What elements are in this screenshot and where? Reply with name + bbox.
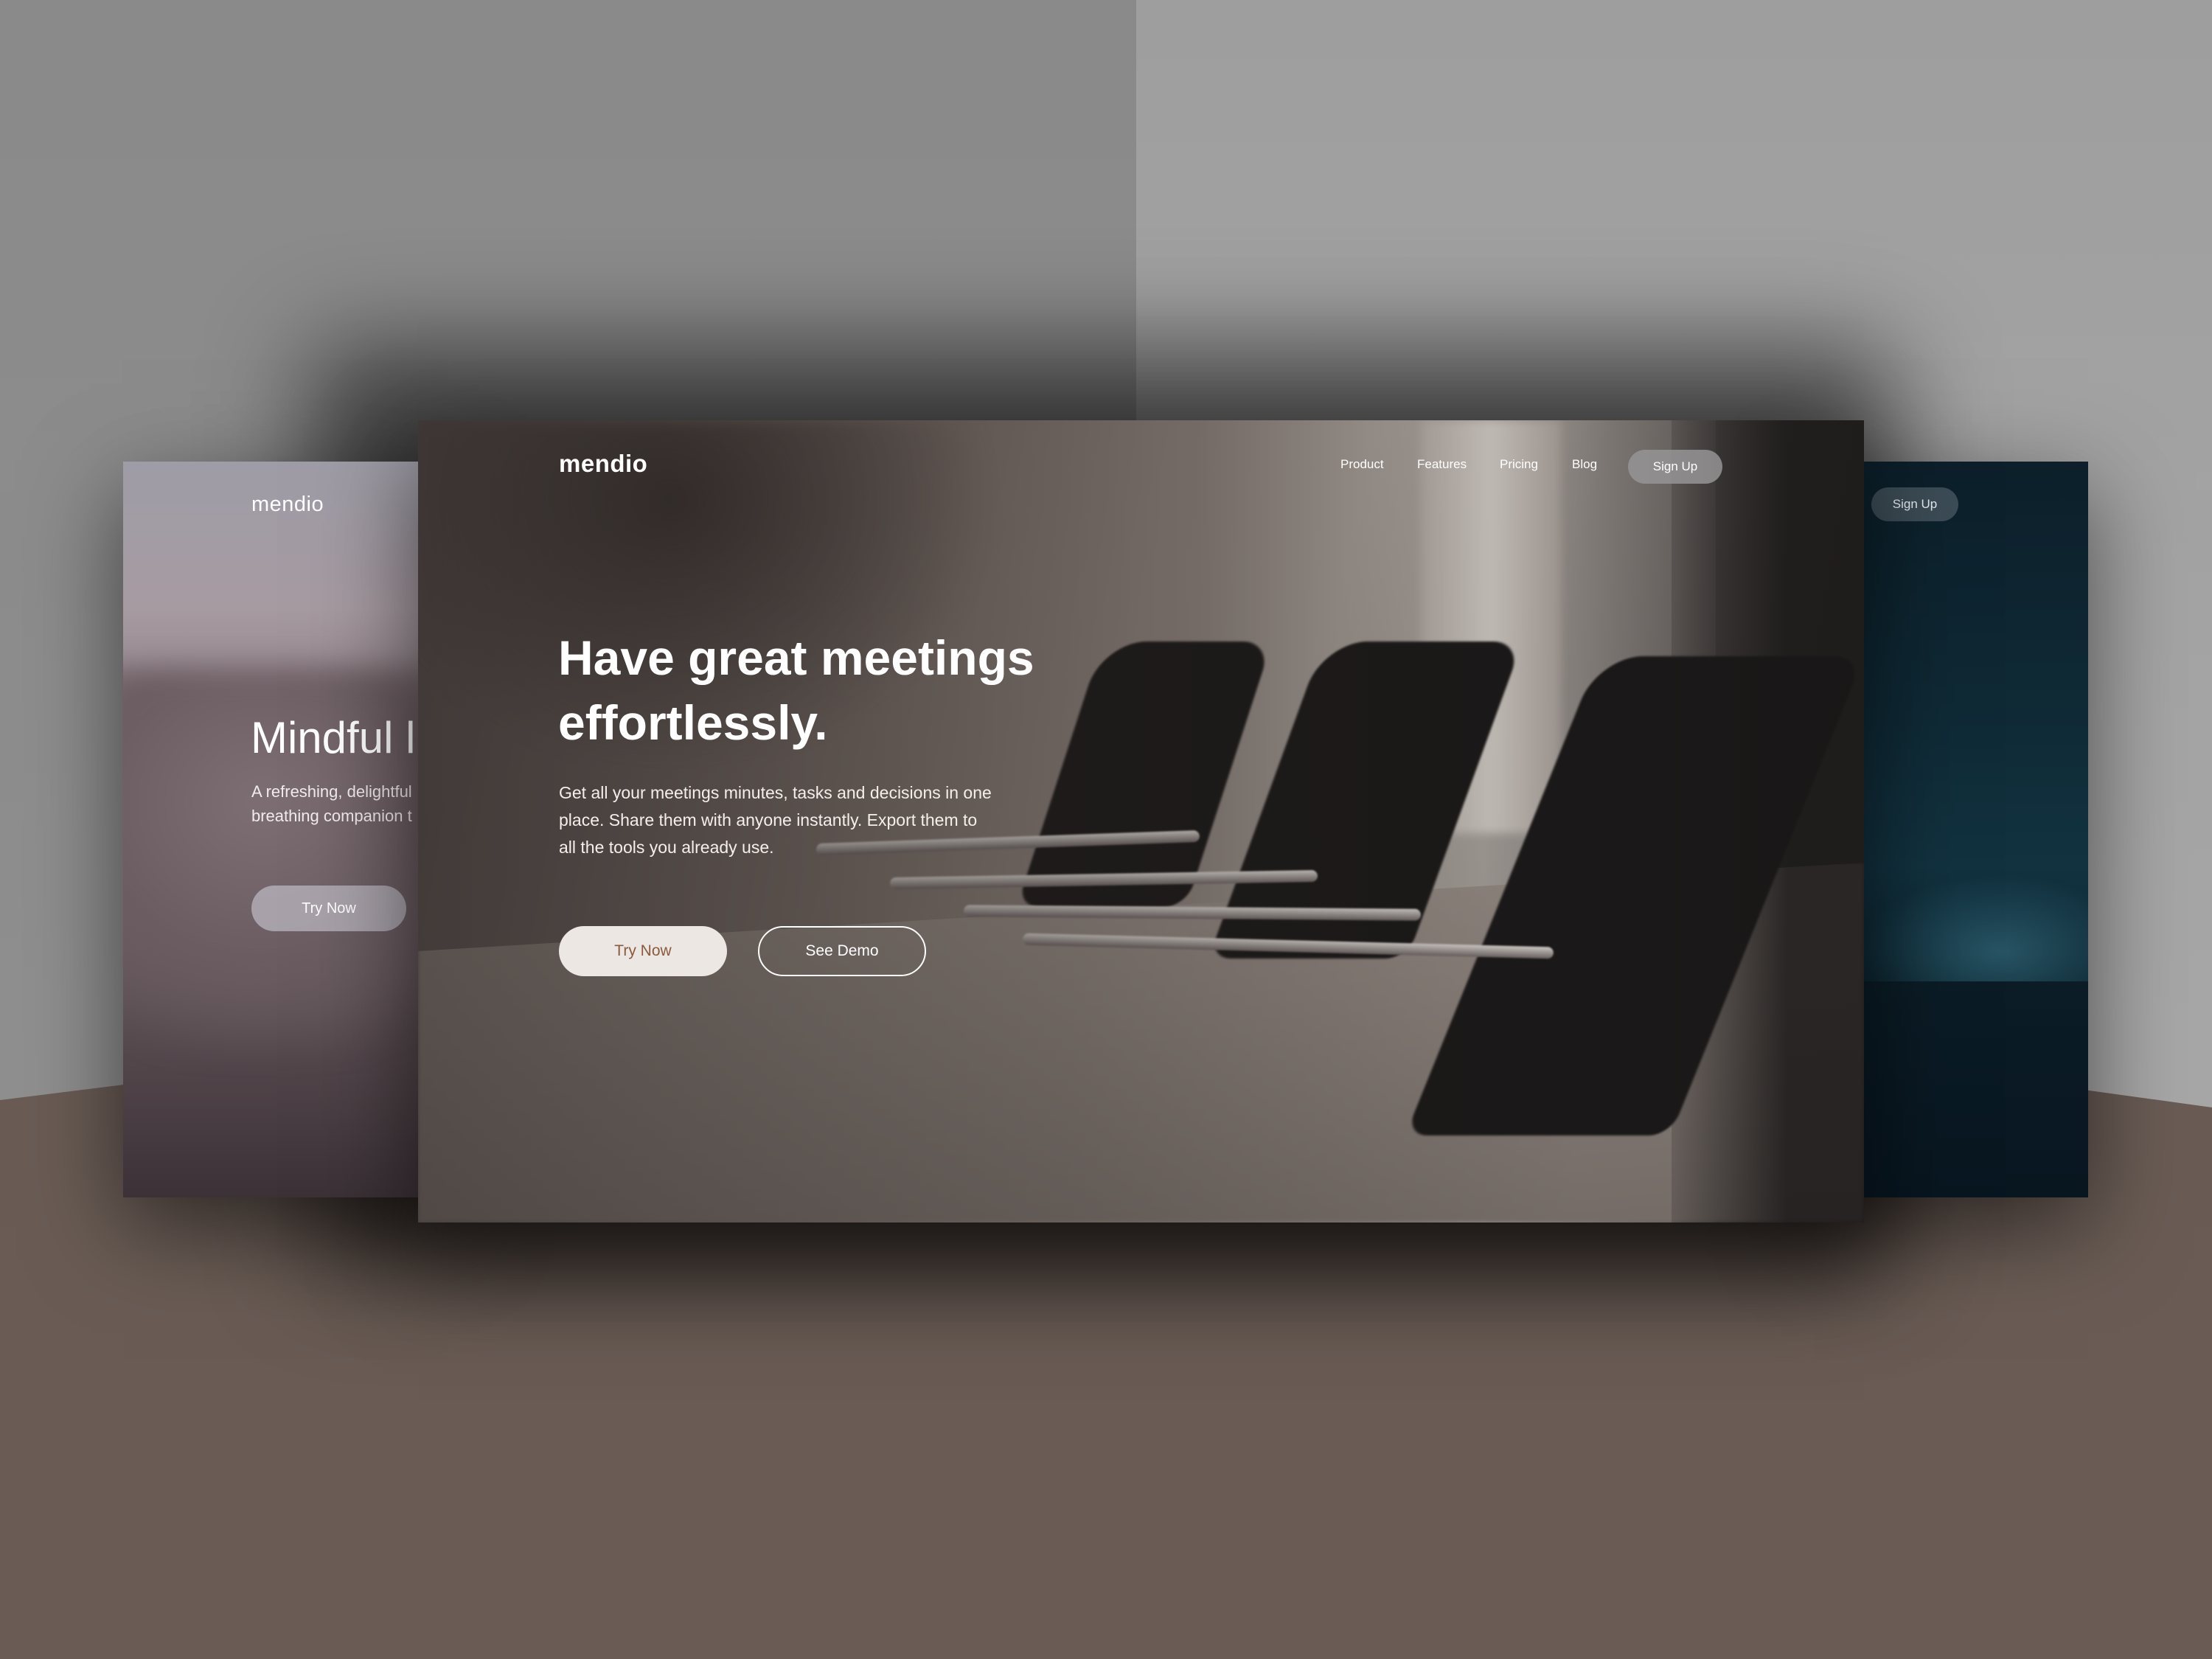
nav-item-features[interactable]: Features [1417,457,1467,472]
hero-subtitle-line1: Get all your meetings minutes, tasks and… [559,783,992,802]
nav-item-blog[interactable]: Blog [1572,457,1597,472]
main-logo[interactable]: mendio [559,450,647,478]
hero-subtitle-line3: all the tools you already use. [559,838,774,857]
nav-item-pricing[interactable]: Pricing [1500,457,1538,472]
right-signup-button[interactable]: Sign Up [1871,487,1958,521]
main-landing-mockup: mendio Product Features Pricing Blog Sig… [418,420,1864,1222]
hero-subtitle-line2: place. Share them with anyone instantly.… [559,810,978,830]
left-headline: Mindful l [251,713,416,762]
left-landing-mockup: mendio Mindful l A refreshing, delightfu… [123,462,448,1197]
try-now-button[interactable]: Try Now [559,926,727,976]
night-glow [1858,874,2088,985]
signup-button[interactable]: Sign Up [1628,450,1722,484]
hero-title-line1: Have great meetings [558,630,1034,685]
nav-item-product[interactable]: Product [1340,457,1384,472]
see-demo-button[interactable]: See Demo [758,926,926,976]
left-logo[interactable]: mendio [251,493,324,517]
left-try-now-button[interactable]: Try Now [251,886,406,931]
hero-title-line2: effortlessly. [558,695,828,750]
